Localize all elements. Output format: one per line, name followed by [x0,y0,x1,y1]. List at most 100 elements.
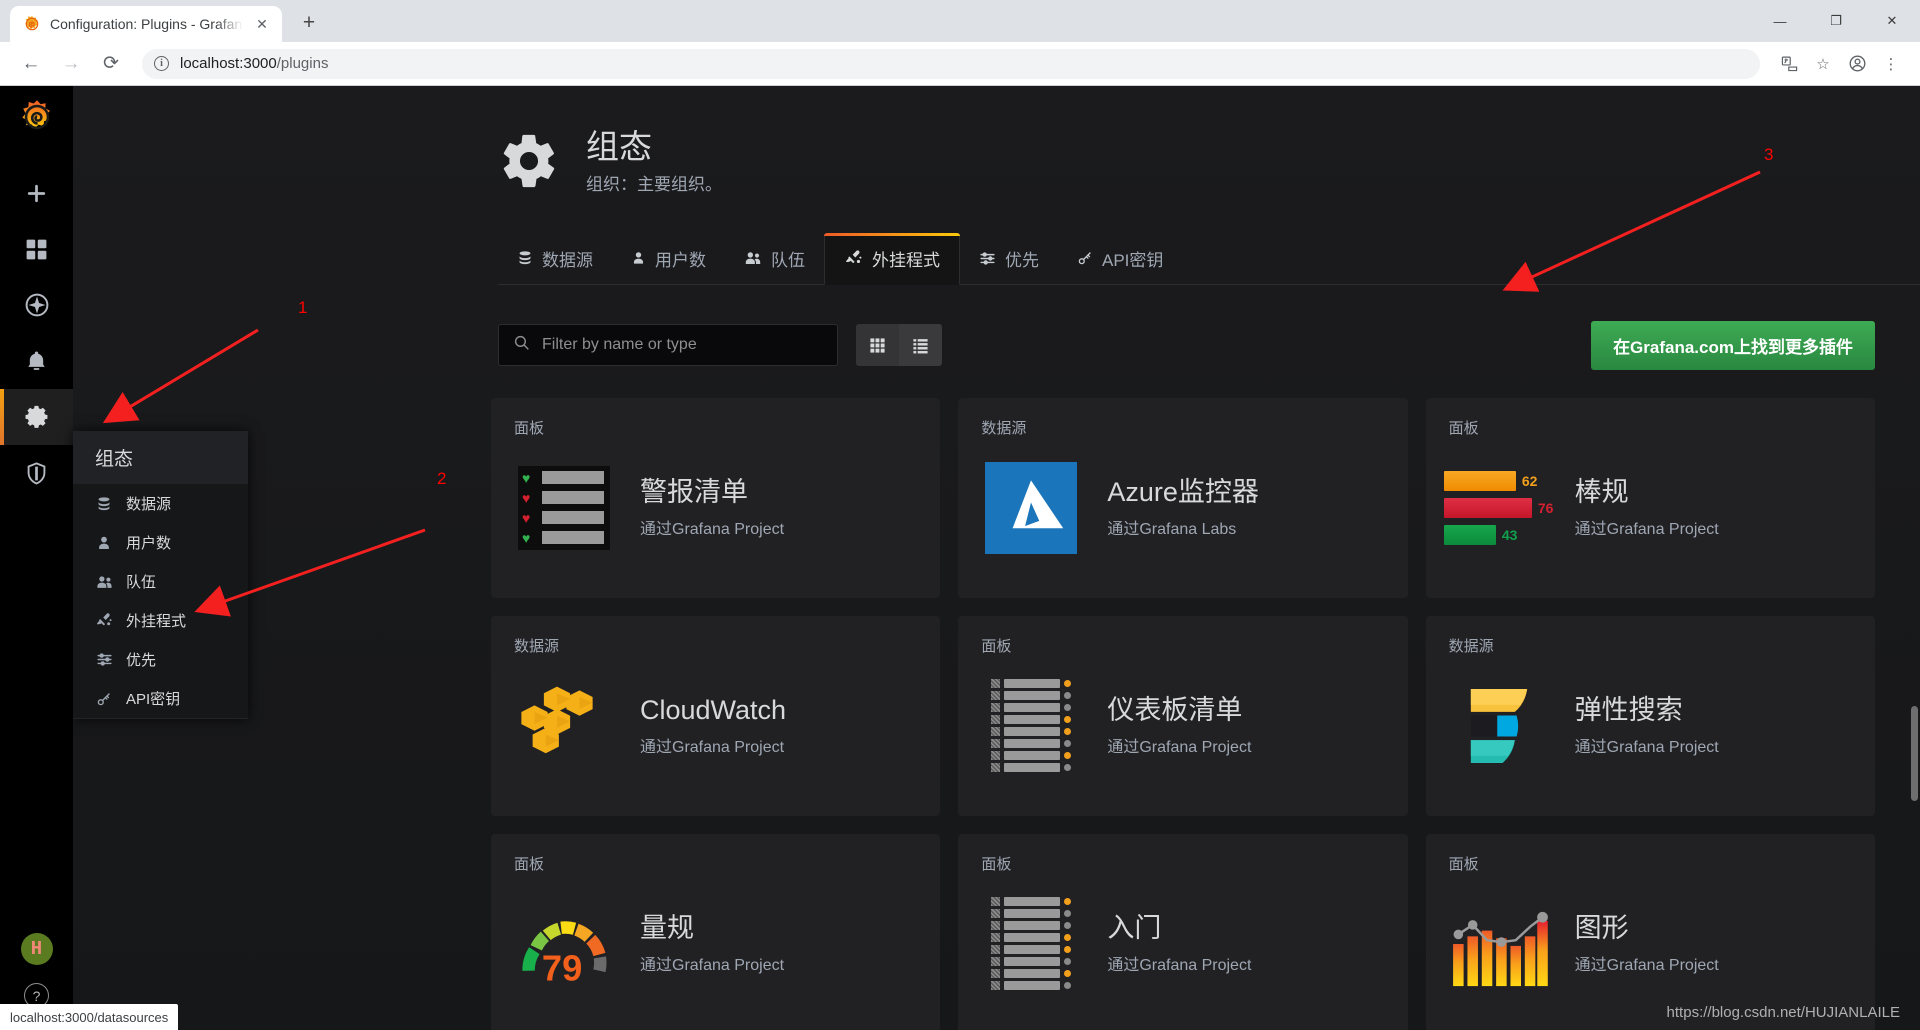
profile-avatar-icon[interactable] [1842,49,1872,79]
browser-window: Configuration: Plugins - Grafan ✕ + ― ❐ … [0,0,1920,1030]
avatar[interactable]: H [20,933,53,965]
find-more-plugins-button[interactable]: 在Grafana.com上找到更多插件 [1591,320,1875,370]
tab-api-keys[interactable]: API密钥 [1058,234,1182,284]
plugin-icon [95,612,113,629]
plugin-author: 通过Grafana Project [640,738,785,756]
browser-toolbar: ← → ⟳ i localhost:3000/plugins ☆ ⋮ [0,42,1920,86]
grafana-app: H ? 组态 数据源 用户数 队伍 外挂程式 优先 API密钥 组态 组织：主要… [0,86,1920,1030]
bar-gauge-value: 76 [1537,499,1554,516]
tab-label: 用户数 [655,250,706,270]
tab-users[interactable]: 用户数 [612,234,725,284]
tab-datasources[interactable]: 数据源 [498,234,612,284]
view-toggle-group [856,324,942,367]
dashboard-list-logo-icon [981,676,1081,776]
tab-preferences[interactable]: 优先 [960,234,1058,284]
plugin-category: 面板 [1448,419,1479,437]
grafana-logo-icon[interactable] [19,99,55,135]
plugin-category: 数据源 [1448,637,1494,655]
dropdown-item-label: 优先 [126,652,157,669]
dropdown-item-datasources[interactable]: 数据源 [73,484,248,523]
gauge-value: 79 [542,947,582,988]
bookmark-star-icon[interactable]: ☆ [1808,49,1838,79]
browser-tab-title: Configuration: Plugins - Grafan [50,16,243,32]
plugin-author: 通过Grafana Project [1107,738,1252,756]
browser-menu-icon[interactable]: ⋮ [1876,49,1906,79]
reload-icon[interactable]: ⟳ [94,47,128,81]
new-tab-button[interactable]: + [292,6,326,40]
address-bar[interactable]: i localhost:3000/plugins [142,48,1760,79]
search-input[interactable] [542,336,823,355]
plugin-author: 通过Grafana Labs [1107,520,1237,538]
grafana-sidebar: H ? [0,86,73,1030]
plugin-card-dashboard-list[interactable]: 面板 仪表板清单 通过Grafana Project [958,615,1408,816]
plugin-card-azure-monitor[interactable]: 数据源 Azure监控器 通过Grafana Labs [958,397,1408,598]
dropdown-title: 组态 [73,431,248,484]
plugin-card-gauge[interactable]: 面板 79 量规 通过Grafana Project [491,833,941,1030]
dropdown-item-teams[interactable]: 队伍 [73,562,248,601]
dropdown-item-label: 队伍 [126,574,157,591]
database-icon [95,496,113,512]
plugins-toolbar: 在Grafana.com上找到更多插件 [498,320,1920,370]
sidebar-item-explore[interactable] [0,277,73,333]
sidebar-item-alerting[interactable] [0,333,73,389]
plugin-name: 入门 [1107,912,1162,943]
configuration-dropdown-menu: 组态 数据源 用户数 队伍 外挂程式 优先 API密钥 [73,431,248,719]
minimize-icon[interactable]: ― [1752,0,1808,42]
database-icon [517,250,533,266]
sidebar-item-create[interactable] [0,165,73,221]
plugin-text-block: 弹性搜索 通过Grafana Project [1575,695,1719,757]
sidebar-item-dashboards[interactable] [0,221,73,277]
plugin-name: 警报清单 [640,476,748,507]
sidebar-item-server-admin[interactable] [0,445,73,501]
gear-icon [498,130,560,192]
page-header: 组态 组织：主要组织。 [73,86,1920,195]
plugin-card-getting-started[interactable]: 面板 入门 通过Grafana Project [958,833,1408,1030]
site-info-icon[interactable]: i [154,56,169,71]
tab-plugins[interactable]: 外挂程式 [824,232,960,285]
plugin-name: 弹性搜索 [1574,694,1683,725]
maximize-icon[interactable]: ❐ [1808,0,1864,42]
list-view-button[interactable] [899,324,942,367]
cloudwatch-logo-icon [514,676,614,776]
translate-icon[interactable] [1774,49,1804,79]
plugin-category: 面板 [514,855,545,873]
user-icon [95,535,113,551]
grid-view-button[interactable] [856,324,899,367]
url-host: localhost:3000 [180,55,277,72]
dropdown-item-plugins[interactable]: 外挂程式 [73,601,248,640]
plugin-category: 面板 [981,637,1012,655]
plugin-text-block: Azure监控器 通过Grafana Labs [1107,477,1259,539]
window-close-icon[interactable]: ✕ [1864,0,1920,42]
tab-label: 外挂程式 [872,250,940,270]
plugin-author: 通过Grafana Project [1107,956,1252,974]
avatar-initial: H [30,938,43,960]
browser-tab[interactable]: Configuration: Plugins - Grafan ✕ [10,6,282,42]
plugin-card-graph[interactable]: 面板 图形 通过Grafana Project [1425,833,1875,1030]
plugin-card-cloudwatch[interactable]: 数据源 CloudWatch 通过Grafana Project [491,615,941,816]
plugin-name: 图形 [1574,912,1629,943]
plugin-name: CloudWatch [640,694,787,725]
plugin-category: 面板 [1448,855,1479,873]
sidebar-item-configuration[interactable] [0,389,73,445]
page-scrollbar[interactable] [1911,706,1918,801]
tab-teams[interactable]: 队伍 [725,234,824,284]
back-icon[interactable]: ← [14,47,48,81]
close-icon[interactable]: ✕ [252,14,272,34]
address-bar-text: localhost:3000/plugins [180,55,328,72]
plugin-category: 数据源 [514,637,560,655]
azure-logo-icon [981,458,1081,558]
users-icon [95,574,113,590]
dropdown-item-preferences[interactable]: 优先 [73,640,248,679]
plugin-card-elasticsearch[interactable]: 数据源 弹性搜索 通过Grafana Project [1425,615,1875,816]
dropdown-item-users[interactable]: 用户数 [73,523,248,562]
bar-gauge-logo-icon: 62 76 43 [1443,458,1553,558]
page-heading-block: 组态 组织：主要组织。 [586,128,722,195]
forward-icon[interactable]: → [54,47,88,81]
dropdown-item-api-keys[interactable]: API密钥 [73,679,248,718]
plugin-card-alert-list[interactable]: 面板 ♥ ♥ ♥ ♥ 警报清单 通过Grafana Project [491,397,941,598]
key-icon [1077,250,1093,266]
plugin-card-bar-gauge[interactable]: 面板 62 76 43 棒规 通过Grafana Project [1425,397,1875,598]
search-box[interactable] [498,324,838,367]
plugin-category: 数据源 [981,419,1027,437]
plugin-name: 量规 [640,912,694,943]
